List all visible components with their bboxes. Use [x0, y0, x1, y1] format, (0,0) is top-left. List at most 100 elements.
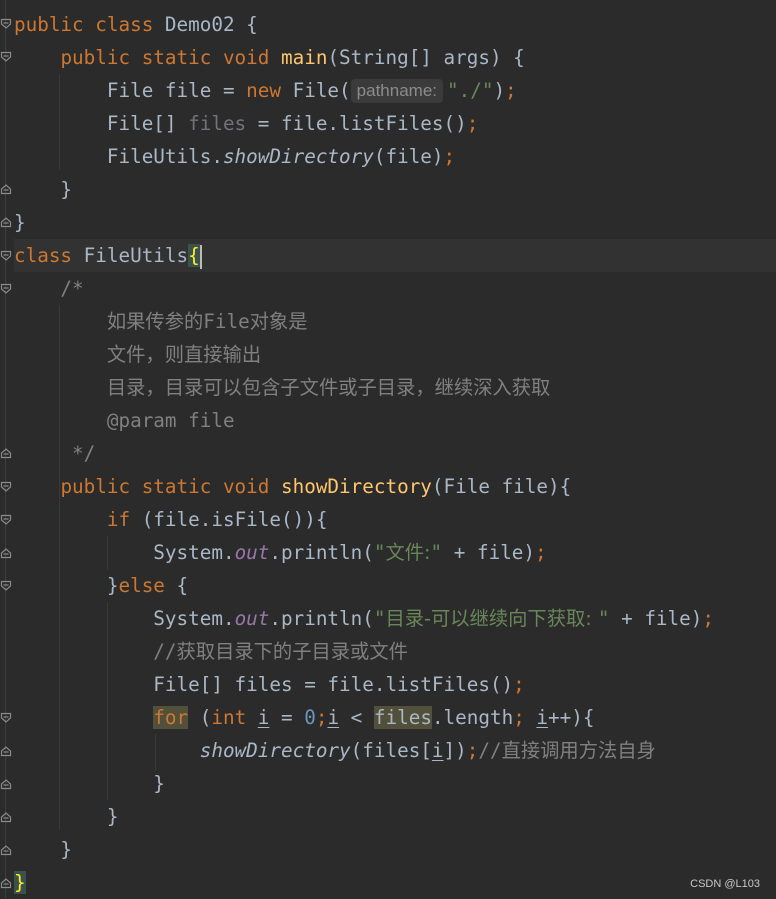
code-line[interactable]: File[] files = file.listFiles(); [14, 107, 478, 140]
code-line[interactable]: } [14, 767, 165, 800]
fold-end-icon[interactable] [0, 877, 12, 889]
fold-start-icon[interactable] [0, 18, 12, 30]
code-token: .println( [269, 541, 374, 564]
code-token: i [536, 706, 549, 729]
code-token: // [478, 739, 502, 762]
code-line[interactable]: if (file.isFile()){ [14, 503, 328, 536]
code-editor[interactable]: public class Demo02 { public static void… [0, 0, 776, 898]
code-token: " [373, 607, 386, 630]
code-token: } [14, 211, 26, 234]
code-token: */ [14, 442, 96, 465]
code-token: ; [315, 706, 328, 729]
fold-end-icon[interactable] [0, 745, 12, 757]
fold-start-icon[interactable] [0, 481, 12, 493]
fold-start-icon[interactable] [0, 712, 12, 724]
fold-end-icon[interactable] [0, 216, 12, 228]
code-line[interactable]: public static void showDirectory(File fi… [14, 470, 571, 503]
code-token: 0 [304, 706, 316, 729]
fold-end-icon[interactable] [0, 811, 12, 823]
code-line[interactable]: File file = new File(pathname: "./"); [14, 74, 517, 107]
code-line[interactable]: class FileUtils{ [14, 239, 776, 272]
code-token: ) [493, 79, 506, 102]
code-line[interactable]: } [14, 800, 119, 833]
code-token: (files[ [350, 739, 432, 762]
code-token: i [327, 706, 340, 729]
fold-start-icon[interactable] [0, 51, 12, 63]
code-token: Demo02 { [164, 13, 258, 36]
code-token: File[] [14, 112, 189, 135]
code-line[interactable]: /* [14, 272, 83, 305]
code-token: File [203, 310, 250, 333]
code-line[interactable]: public class Demo02 { [14, 8, 258, 41]
code-token: out [234, 607, 270, 630]
matched-brace: } [14, 871, 26, 894]
code-token: showDirectory [199, 739, 351, 762]
code-line[interactable]: FileUtils.showDirectory(file); [14, 140, 455, 173]
code-token: @param file [14, 409, 235, 432]
code-line[interactable]: 如果传参的File对象是 [14, 305, 308, 338]
code-token: 获取目录下的子目录或文件 [176, 640, 408, 663]
code-line[interactable]: } [14, 173, 72, 206]
code-line[interactable]: 文件，则直接输出 [14, 338, 261, 371]
code-line[interactable]: for (int i = 0;i < files.length; i++){ [14, 701, 594, 734]
fold-start-icon[interactable] [0, 514, 12, 526]
code-token: class [14, 244, 84, 267]
code-token: 对象是 [249, 310, 308, 333]
code-token: i [431, 739, 444, 762]
code-token: = [269, 706, 305, 729]
fold-end-icon[interactable] [0, 447, 12, 459]
fold-start-icon[interactable] [0, 580, 12, 592]
code-token: ; [443, 145, 456, 168]
code-line[interactable]: showDirectory(files[i]);//直接调用方法自身 [14, 734, 656, 767]
code-token: { [176, 574, 189, 597]
code-token: 直接调用方法自身 [501, 739, 656, 762]
code-token: public static void [60, 46, 281, 69]
code-token: " [373, 541, 386, 564]
code-line[interactable]: @param file [14, 404, 235, 437]
code-token: (File file){ [431, 475, 572, 498]
code-token: ++){ [548, 706, 595, 729]
code-token: .println( [269, 607, 374, 630]
code-token: System. [14, 607, 235, 630]
code-line[interactable]: System.out.println("文件:" + file); [14, 536, 546, 569]
code-token: i [257, 706, 270, 729]
code-line[interactable]: System.out.println("目录-可以继续向下获取: " + fil… [14, 602, 714, 635]
code-line[interactable]: File[] files = file.listFiles(); [14, 668, 524, 701]
watermark: CSDN @L103 [690, 878, 760, 890]
fold-start-icon[interactable] [0, 283, 12, 295]
code-token: < [339, 706, 374, 729]
code-line[interactable]: //获取目录下的子目录或文件 [14, 635, 408, 668]
code-token: public static void [60, 475, 281, 498]
code-token: out [234, 541, 270, 564]
code-line[interactable]: public static void main(String[] args) { [14, 41, 524, 74]
code-token: File[] files = file.listFiles() [14, 673, 514, 696]
code-line[interactable]: } [14, 833, 72, 866]
code-token: + file) [609, 607, 703, 630]
code-line[interactable]: } [14, 866, 26, 899]
code-line[interactable]: }else { [14, 569, 188, 602]
code-token: ; [505, 79, 517, 102]
code-line[interactable]: */ [14, 437, 95, 470]
fold-end-icon[interactable] [0, 547, 12, 559]
code-token: } [14, 574, 119, 597]
code-token: // [14, 640, 177, 663]
code-token: else [118, 574, 177, 597]
fold-start-icon[interactable] [0, 250, 12, 262]
code-token: System. [14, 541, 235, 564]
code-token: main [281, 46, 328, 69]
code-token: 目录-可以继续向下获取: [385, 607, 598, 630]
fold-end-icon[interactable] [0, 844, 12, 856]
code-token: files [188, 112, 247, 135]
code-token: + file) [442, 541, 536, 564]
code-line[interactable]: } [14, 206, 26, 239]
code-token: (file) [373, 145, 444, 168]
fold-end-icon[interactable] [0, 778, 12, 790]
code-line[interactable]: 目录，目录可以包含子文件或子目录，继续深入获取 [14, 371, 550, 404]
fold-end-icon[interactable] [0, 183, 12, 195]
code-token: } [14, 805, 119, 828]
